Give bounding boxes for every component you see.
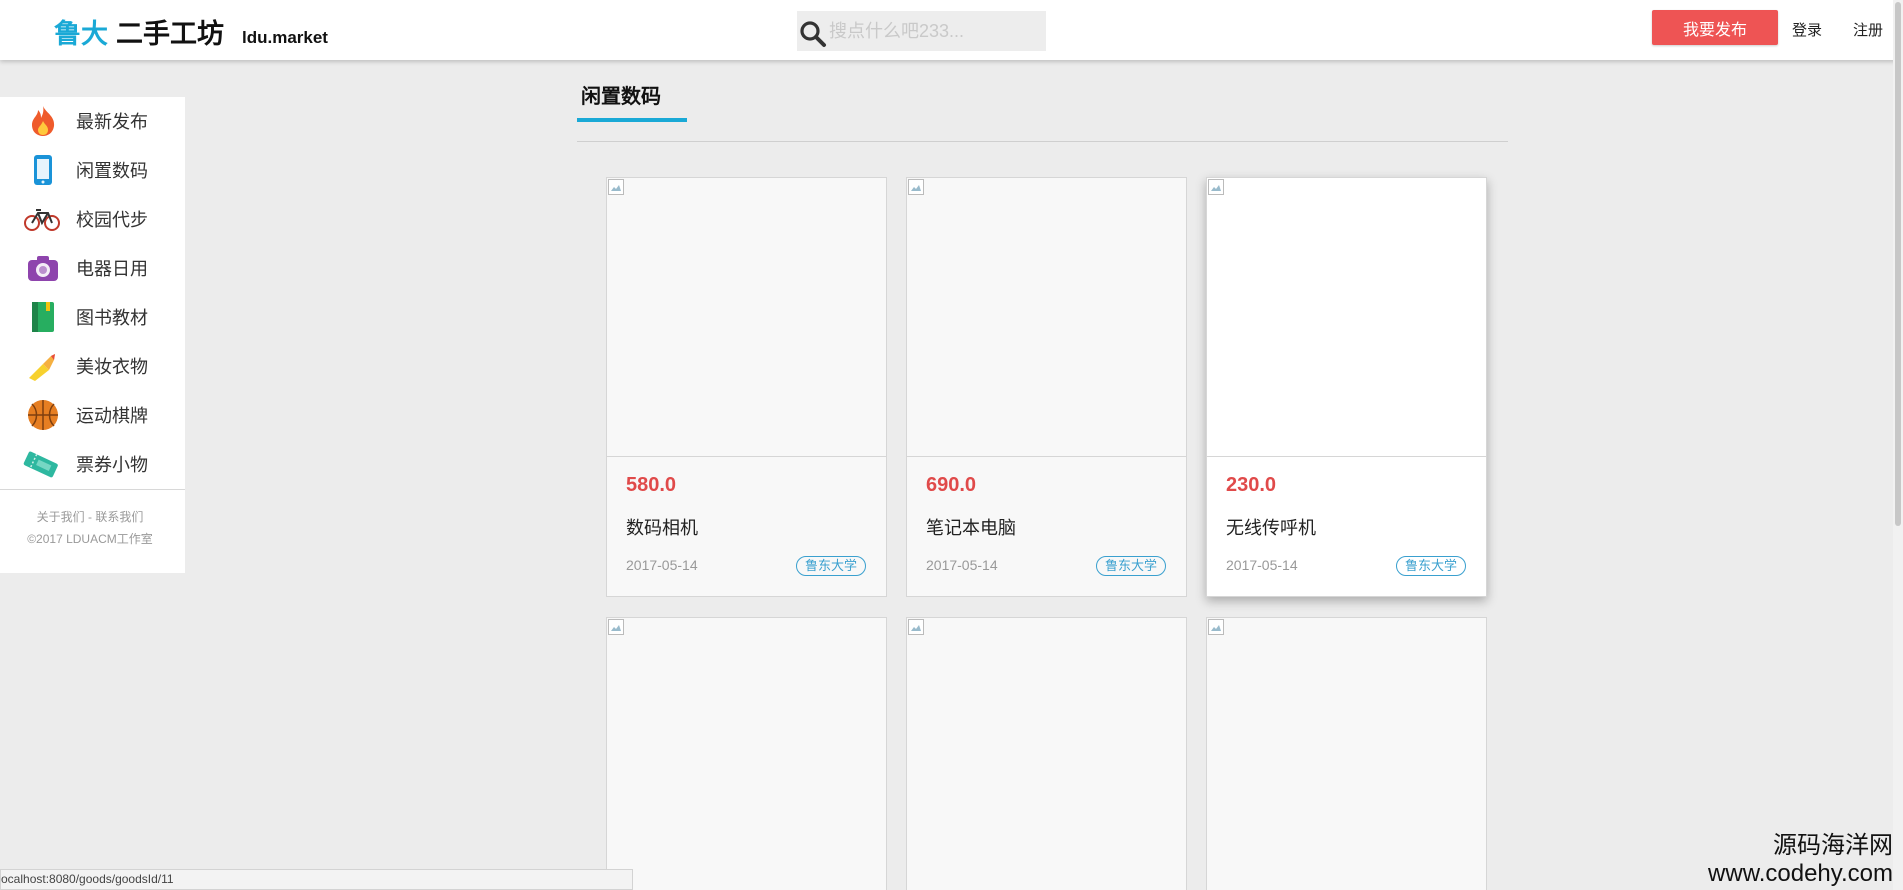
lipstick-icon: [25, 348, 61, 384]
sidebar-item-label: 电器日用: [76, 259, 148, 279]
product-image[interactable]: [607, 618, 886, 890]
product-card[interactable]: [906, 617, 1187, 890]
site-logo[interactable]: 鲁大 二手工坊 ldu.market: [54, 12, 328, 49]
product-card[interactable]: [606, 617, 887, 890]
sidebar-item-appliance[interactable]: 电器日用: [0, 248, 185, 288]
browser-status-url: ocalhost:8080/goods/goodsId/11: [0, 869, 633, 890]
login-link[interactable]: 登录: [1792, 19, 1822, 40]
product-image[interactable]: [1207, 178, 1486, 457]
product-date: 2017-05-14: [1226, 557, 1298, 573]
school-tag: 鲁东大学: [795, 556, 866, 576]
broken-image-icon: [1208, 619, 1224, 635]
sidebar-item-label: 票券小物: [76, 455, 148, 475]
product-image[interactable]: [907, 178, 1186, 457]
sidebar-item-label: 校园代步: [76, 210, 148, 230]
broken-image-icon: [608, 179, 624, 195]
search-box: [797, 11, 1046, 51]
product-image[interactable]: [907, 618, 1186, 890]
sidebar-item-label: 美妆衣物: [76, 357, 148, 377]
book-icon: [25, 299, 61, 335]
sidebar-divider: [0, 489, 185, 490]
product-price: 580.0: [626, 474, 677, 496]
page-scrollbar[interactable]: [1893, 0, 1903, 890]
basketball-icon: [25, 397, 61, 433]
footer-copyright: ©2017 LDUACM工作室: [27, 532, 153, 546]
school-tag: 鲁东大学: [1395, 556, 1466, 576]
product-name[interactable]: 笔记本电脑: [926, 514, 1016, 540]
sidebar-item-label: 图书教材: [76, 308, 148, 328]
sidebar-item-transport[interactable]: 校园代步: [0, 199, 185, 239]
phone-icon: [25, 152, 61, 188]
broken-image-icon: [908, 179, 924, 195]
sidebar-item-label: 运动棋牌: [76, 406, 148, 426]
product-card[interactable]: 230.0 无线传呼机 2017-05-14 鲁东大学: [1206, 177, 1487, 597]
watermark-cn: 源码海洋网: [1773, 832, 1893, 859]
broken-image-icon: [1208, 179, 1224, 195]
product-name[interactable]: 数码相机: [626, 514, 698, 540]
section-title: 闲置数码: [581, 86, 661, 108]
sidebar-item-digital[interactable]: 闲置数码: [0, 150, 185, 190]
sidebar-item-label: 最新发布: [76, 112, 148, 132]
camera-icon: [25, 250, 61, 286]
search-input[interactable]: [827, 13, 1037, 49]
footer-links[interactable]: 关于我们 - 联系我们: [0, 506, 180, 528]
sidebar-footer: 关于我们 - 联系我们 ©2017 LDUACM工作室: [0, 506, 180, 550]
logo-part2: 二手工坊: [116, 19, 224, 49]
school-tag: 鲁东大学: [1095, 556, 1166, 576]
top-header: 鲁大 二手工坊 ldu.market 我要发布 登录 注册: [0, 0, 1903, 60]
ticket-icon: [23, 446, 59, 482]
sidebar-item-beauty[interactable]: 美妆衣物: [0, 346, 185, 386]
broken-image-icon: [908, 619, 924, 635]
sidebar-item-sports[interactable]: 运动棋牌: [0, 395, 185, 435]
publish-button[interactable]: 我要发布: [1652, 10, 1778, 45]
product-card[interactable]: [1206, 617, 1487, 890]
sidebar-item-books[interactable]: 图书教材: [0, 297, 185, 337]
register-link[interactable]: 注册: [1853, 19, 1883, 40]
broken-image-icon: [608, 619, 624, 635]
logo-part1: 鲁大: [54, 19, 108, 49]
product-price: 690.0: [926, 474, 977, 496]
product-name[interactable]: 无线传呼机: [1226, 514, 1316, 540]
product-image[interactable]: [607, 178, 886, 457]
product-price: 230.0: [1226, 474, 1277, 496]
product-date: 2017-05-14: [926, 557, 998, 573]
product-image[interactable]: [1207, 618, 1486, 890]
section-title-underline: [577, 118, 687, 122]
category-sidebar: 最新发布 闲置数码 校园代步 电器日用 图书教材 美妆衣物 运动棋牌 票券小物 …: [0, 97, 185, 573]
sidebar-item-label: 闲置数码: [76, 161, 148, 181]
sidebar-item-latest[interactable]: 最新发布: [0, 101, 185, 141]
product-card[interactable]: 690.0 笔记本电脑 2017-05-14 鲁东大学: [906, 177, 1187, 597]
watermark: 源码海洋网 www.codehy.com: [1708, 832, 1893, 888]
bicycle-icon: [24, 201, 60, 237]
watermark-en: www.codehy.com: [1708, 860, 1893, 887]
product-date: 2017-05-14: [626, 557, 698, 573]
product-card[interactable]: 580.0 数码相机 2017-05-14 鲁东大学: [606, 177, 887, 597]
section-divider: [577, 141, 1508, 142]
logo-domain: ldu.market: [242, 28, 328, 47]
fire-icon: [25, 103, 61, 139]
sidebar-item-tickets[interactable]: 票券小物: [0, 444, 185, 484]
scrollbar-thumb[interactable]: [1895, 2, 1901, 526]
search-icon[interactable]: [799, 20, 827, 48]
